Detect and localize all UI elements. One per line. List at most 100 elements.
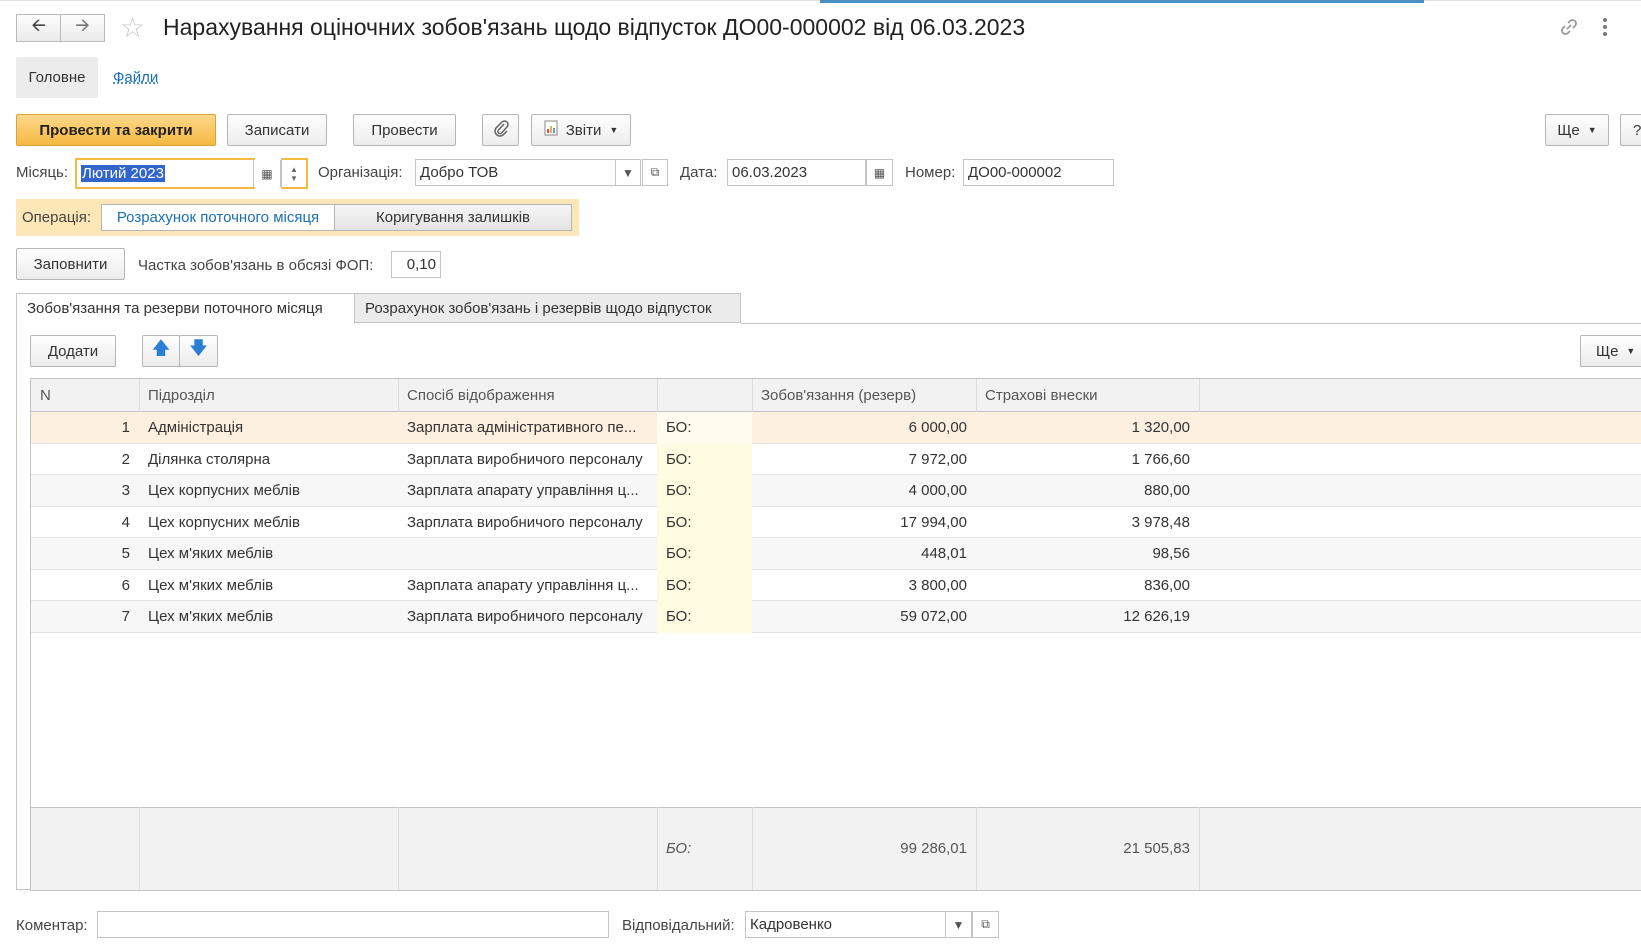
column-separator	[752, 379, 753, 412]
open-form-icon[interactable]: ⧉	[972, 911, 999, 938]
cell-display-method: Зарплата виробничого персоналу	[407, 513, 643, 531]
number-label: Номер:	[905, 164, 956, 181]
chevron-down-icon[interactable]: ▼	[946, 911, 972, 938]
column-separator	[657, 379, 658, 412]
month-value: Лютий 2023	[81, 165, 165, 182]
responsible-input[interactable]: Кадровенко	[745, 911, 946, 938]
attach-button[interactable]	[482, 114, 519, 146]
active-window-indicator	[820, 0, 1424, 3]
post-and-close-button[interactable]: Провести та закрити	[16, 114, 216, 146]
post-button[interactable]: Провести	[353, 114, 456, 146]
column-separator	[139, 379, 140, 412]
column-header-n[interactable]: N	[31, 379, 139, 412]
cell-display-method: Зарплата апарату управління ц...	[407, 482, 639, 500]
chevron-down-icon[interactable]: ▼	[616, 159, 641, 186]
forward-button[interactable]: 🡪	[60, 14, 105, 42]
cell-insurance: 12 626,19	[1123, 608, 1190, 626]
cell-account: БО:	[657, 538, 752, 570]
footer-account-label: БО:	[666, 840, 692, 857]
tab-panel-left-border	[16, 323, 17, 890]
cell-n: 5	[121, 545, 130, 563]
footer-separator	[398, 807, 399, 890]
cell-insurance: 836,00	[1144, 576, 1190, 594]
add-row-button[interactable]: Додати	[30, 335, 116, 367]
cell-insurance: 98,56	[1152, 545, 1190, 563]
reports-label: Звіти	[565, 121, 602, 139]
month-stepper[interactable]: ▲ ▼	[281, 158, 308, 189]
page-title: Нарахування оціночних зобов'язань щодо в…	[163, 14, 1026, 40]
share-input[interactable]: 0,10	[391, 251, 441, 278]
cell-display-method: Зарплата виробничого персоналу	[407, 608, 643, 626]
report-icon	[544, 120, 558, 140]
number-input[interactable]: ДО00-000002	[963, 159, 1114, 186]
column-header-obligation[interactable]: Зобов'язання (резерв)	[752, 379, 976, 412]
cell-department: Ділянка столярна	[148, 450, 271, 468]
column-header-department[interactable]: Підрозділ	[139, 379, 398, 412]
cell-department: Адміністрація	[148, 419, 244, 437]
nav-tab-files[interactable]: Файли	[113, 69, 158, 86]
more-button[interactable]: Ще ▼	[1545, 114, 1609, 146]
cell-display-method: Зарплата виробничого персоналу	[407, 450, 643, 468]
share-label: Частка зобов'язань в обсязі ФОП:	[138, 257, 374, 274]
organization-input[interactable]: Добро ТОВ	[415, 159, 616, 186]
save-button[interactable]: Записати	[227, 114, 327, 146]
calendar-icon[interactable]: ▦	[866, 159, 893, 186]
cell-n: 4	[121, 513, 130, 531]
organization-label: Організація:	[318, 164, 403, 181]
help-button[interactable]: ?	[1620, 114, 1641, 146]
month-label: Місяць:	[16, 164, 69, 181]
cell-n: 2	[121, 450, 130, 468]
cell-display-method	[398, 538, 657, 570]
move-down-button[interactable]: 🡇	[179, 335, 218, 367]
cell-n: 7	[121, 608, 130, 626]
table-more-button[interactable]: Ще ▼	[1580, 335, 1641, 367]
column-header-account[interactable]	[657, 379, 752, 412]
link-icon[interactable]	[1558, 16, 1580, 38]
column-separator	[398, 379, 399, 412]
cell-obligation: 3 800,00	[908, 576, 967, 594]
paperclip-icon	[493, 119, 509, 141]
table-body: N Підрозділ Спосіб відображення Зобов'язанн…	[31, 379, 1641, 890]
cell-obligation: 4 000,00	[908, 482, 967, 500]
cell-obligation: 7 972,00	[908, 450, 967, 468]
footer-obligation-total: 99 286,01	[900, 840, 967, 857]
tab-vacation-calc[interactable]: Розрахунок зобов'язань і резервів щодо в…	[354, 293, 741, 323]
column-header-display-method[interactable]: Спосіб відображення	[398, 379, 657, 412]
star-icon[interactable]: ☆	[120, 12, 145, 44]
cell-account: БО:	[657, 506, 752, 538]
cell-obligation: 59 072,00	[900, 608, 967, 626]
footer-insurance-total: 21 505,83	[1123, 840, 1190, 857]
cell-insurance: 880,00	[1144, 482, 1190, 500]
tab-current-month[interactable]: Зобов'язання та резерви поточного місяця	[16, 293, 355, 324]
table-more-label: Ще	[1596, 342, 1619, 360]
arrow-right-icon: 🡪	[75, 15, 90, 35]
operation-option-current[interactable]: Розрахунок поточного місяця	[101, 204, 335, 231]
arrow-down-icon: 🡇	[189, 338, 208, 358]
column-separator	[1199, 379, 1200, 412]
chevron-down-icon: ▼	[609, 125, 619, 135]
comment-input[interactable]	[97, 911, 609, 938]
month-input[interactable]: Лютий 2023	[75, 158, 255, 189]
nav-tab-main[interactable]: Головне	[16, 57, 98, 98]
operation-option-adjust[interactable]: Коригування залишків	[334, 204, 572, 231]
open-form-icon[interactable]: ⧉	[642, 159, 668, 186]
footer-separator	[139, 807, 140, 890]
date-label: Дата:	[680, 164, 718, 181]
reports-button[interactable]: Звіти ▼	[531, 114, 631, 146]
more-label: Ще	[1557, 121, 1580, 139]
calendar-icon[interactable]: ▦	[253, 160, 281, 187]
fill-button[interactable]: Заповнити	[16, 248, 125, 280]
cell-obligation: 6 000,00	[908, 419, 967, 437]
kebab-menu-icon[interactable]	[1600, 16, 1610, 38]
move-up-button[interactable]: 🡅	[142, 335, 180, 367]
operation-label: Операція:	[22, 209, 92, 226]
chevron-down-icon: ▼	[1587, 125, 1597, 135]
back-button[interactable]: 🡨	[16, 14, 61, 42]
cell-account: БО:	[657, 443, 752, 475]
cell-account: БО:	[657, 412, 752, 444]
cell-department: Цех корпусних меблів	[148, 482, 300, 500]
column-header-insurance[interactable]: Страхові внески	[976, 379, 1199, 412]
date-input[interactable]: 06.03.2023	[727, 159, 866, 186]
cell-insurance: 1 320,00	[1131, 419, 1190, 437]
arrow-up-icon: 🡅	[151, 338, 171, 358]
